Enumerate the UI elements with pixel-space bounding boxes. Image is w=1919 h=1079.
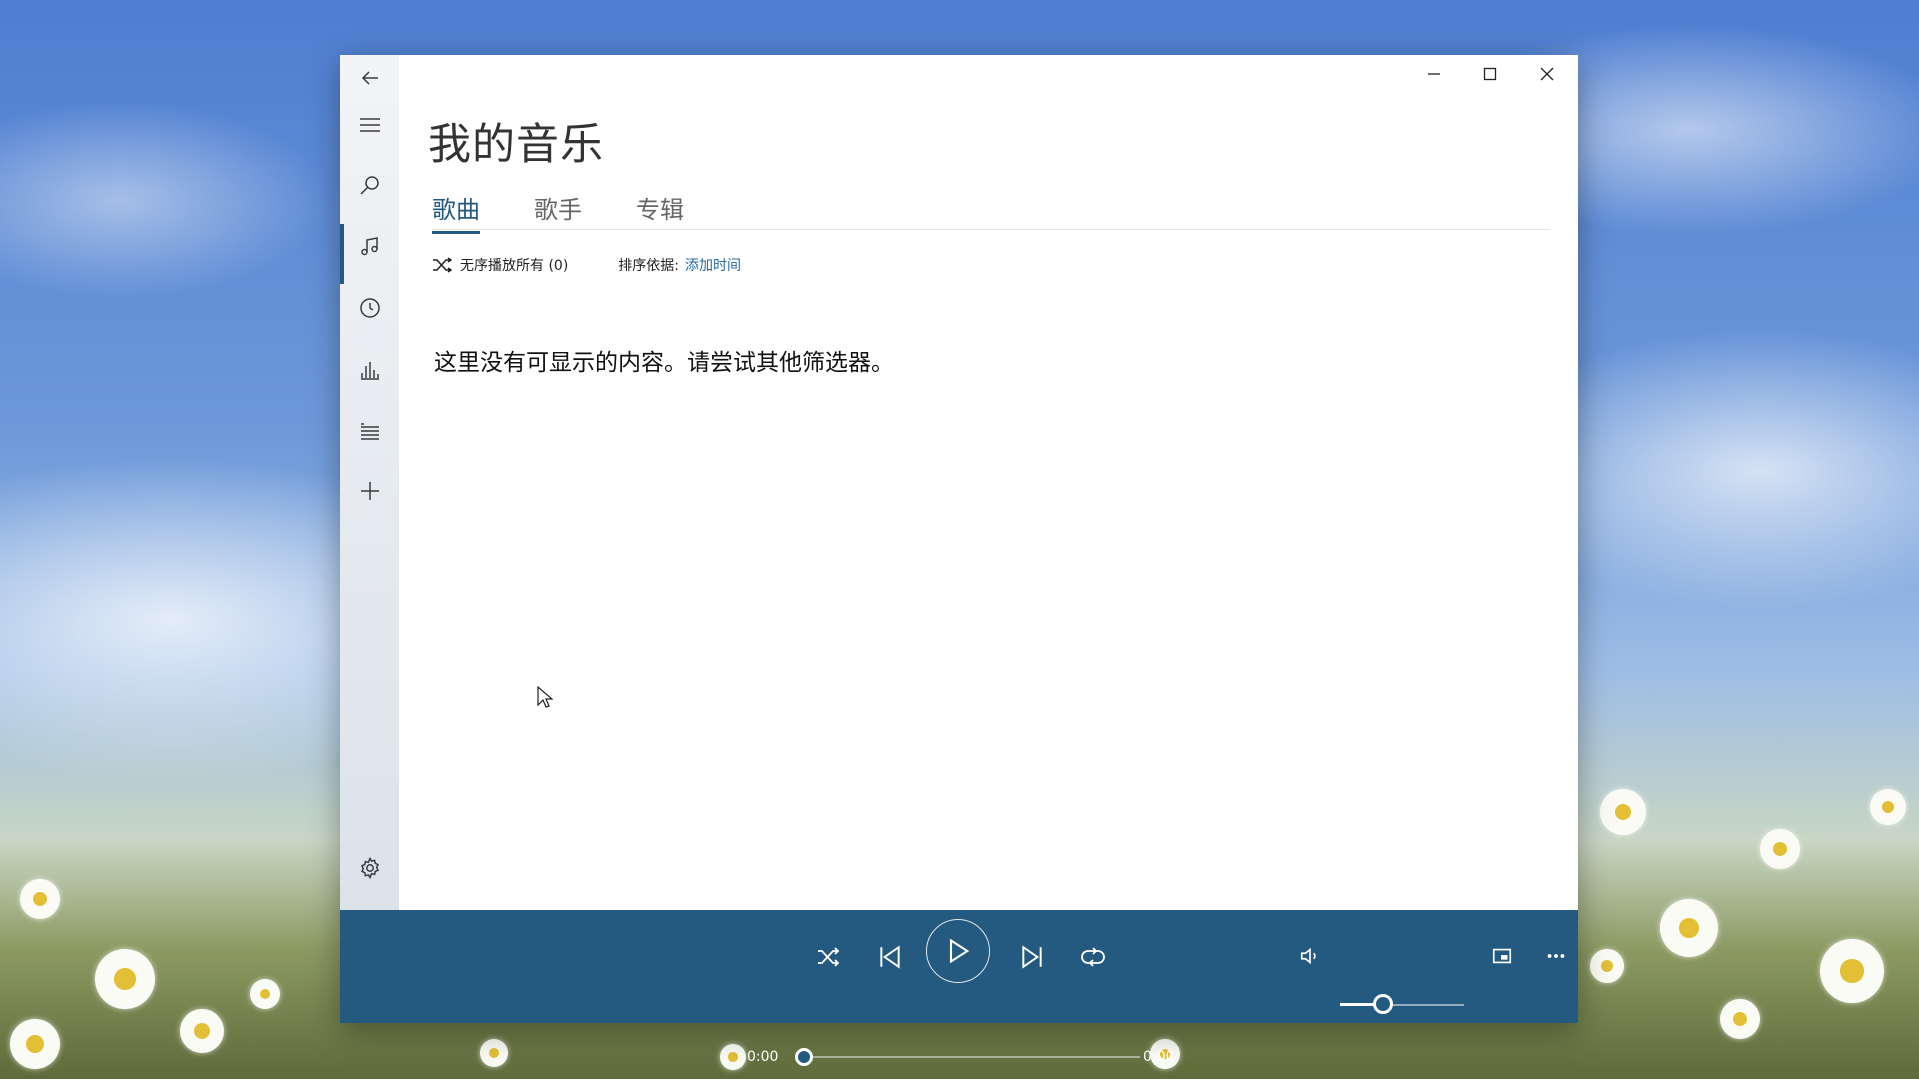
repeat-button[interactable] <box>1071 935 1115 979</box>
close-button[interactable] <box>1519 55 1575 93</box>
back-button[interactable] <box>340 58 399 98</box>
hamburger-menu-button[interactable] <box>340 99 399 151</box>
empty-state-message: 这里没有可显示的内容。请尝试其他筛选器。 <box>434 350 894 376</box>
sort-control: 排序依据: 添加时间 <box>618 255 741 275</box>
search-button[interactable] <box>340 159 399 211</box>
previous-button[interactable] <box>868 935 912 979</box>
nav-sidebar <box>340 55 399 910</box>
tab-songs[interactable]: 歌曲 <box>432 190 480 234</box>
tab-divider <box>432 229 1550 230</box>
sort-dropdown[interactable]: 添加时间 <box>685 255 741 275</box>
more-options-button[interactable] <box>1536 936 1576 976</box>
sidebar-item-playlists[interactable] <box>340 406 399 458</box>
shuffle-icon <box>818 947 840 967</box>
volume-thumb[interactable] <box>1373 994 1394 1014</box>
new-playlist-button[interactable] <box>340 465 399 517</box>
minimize-button[interactable] <box>1406 55 1462 93</box>
seek-bar[interactable] <box>795 1048 1140 1066</box>
sidebar-item-now-playing[interactable] <box>340 344 399 396</box>
plus-icon <box>360 482 379 500</box>
maximize-icon <box>1483 67 1497 81</box>
back-arrow-icon <box>361 71 378 85</box>
next-button[interactable] <box>1010 935 1054 979</box>
repeat-icon <box>1081 947 1105 967</box>
tab-bar: 歌曲 歌手 专辑 <box>432 190 738 234</box>
volume-button[interactable] <box>1290 936 1330 976</box>
time-total: 0:00 <box>1143 1049 1175 1065</box>
close-icon <box>1540 67 1554 81</box>
equalizer-icon <box>360 362 379 380</box>
more-icon <box>1547 954 1565 958</box>
shuffle-all-label: 无序播放所有 (0) <box>460 258 569 274</box>
mini-view-icon <box>1492 948 1512 964</box>
tab-artists[interactable]: 歌手 <box>534 190 582 234</box>
shuffle-all-button[interactable]: 无序播放所有 (0) <box>432 255 568 275</box>
search-icon <box>359 176 379 195</box>
playlist-icon <box>360 423 379 440</box>
hamburger-icon <box>359 118 380 132</box>
play-icon <box>949 938 970 964</box>
mouse-cursor-icon <box>537 686 553 708</box>
time-elapsed: 0:00 <box>747 1049 779 1065</box>
music-note-icon <box>360 237 378 256</box>
music-app-window: 我的音乐 歌曲 歌手 专辑 无序播放所有 (0) 排序依据: 添加时间 这里没有… <box>340 55 1578 1066</box>
songs-toolbar: 无序播放所有 (0) 排序依据: 添加时间 <box>432 255 741 275</box>
sidebar-item-my-music[interactable] <box>340 220 399 284</box>
clock-icon <box>359 298 380 318</box>
settings-button[interactable] <box>340 842 399 894</box>
sort-label: 排序依据: <box>618 258 679 274</box>
maximize-button[interactable] <box>1462 55 1518 93</box>
sidebar-item-recent[interactable] <box>340 282 399 334</box>
volume-track[interactable] <box>1383 1004 1464 1006</box>
next-icon <box>1022 945 1042 969</box>
minimize-icon <box>1428 73 1440 75</box>
gear-icon <box>360 856 379 880</box>
play-button[interactable] <box>926 919 990 983</box>
seek-thumb[interactable] <box>795 1048 813 1066</box>
previous-icon <box>880 945 900 969</box>
page-title: 我的音乐 <box>428 120 604 170</box>
mini-view-button[interactable] <box>1482 936 1522 976</box>
shuffle-button[interactable] <box>806 935 850 979</box>
player-bar: 0:00 0:00 <box>340 910 1578 1066</box>
volume-icon <box>1300 947 1316 965</box>
tab-albums[interactable]: 专辑 <box>636 190 684 234</box>
shuffle-icon <box>433 257 452 273</box>
